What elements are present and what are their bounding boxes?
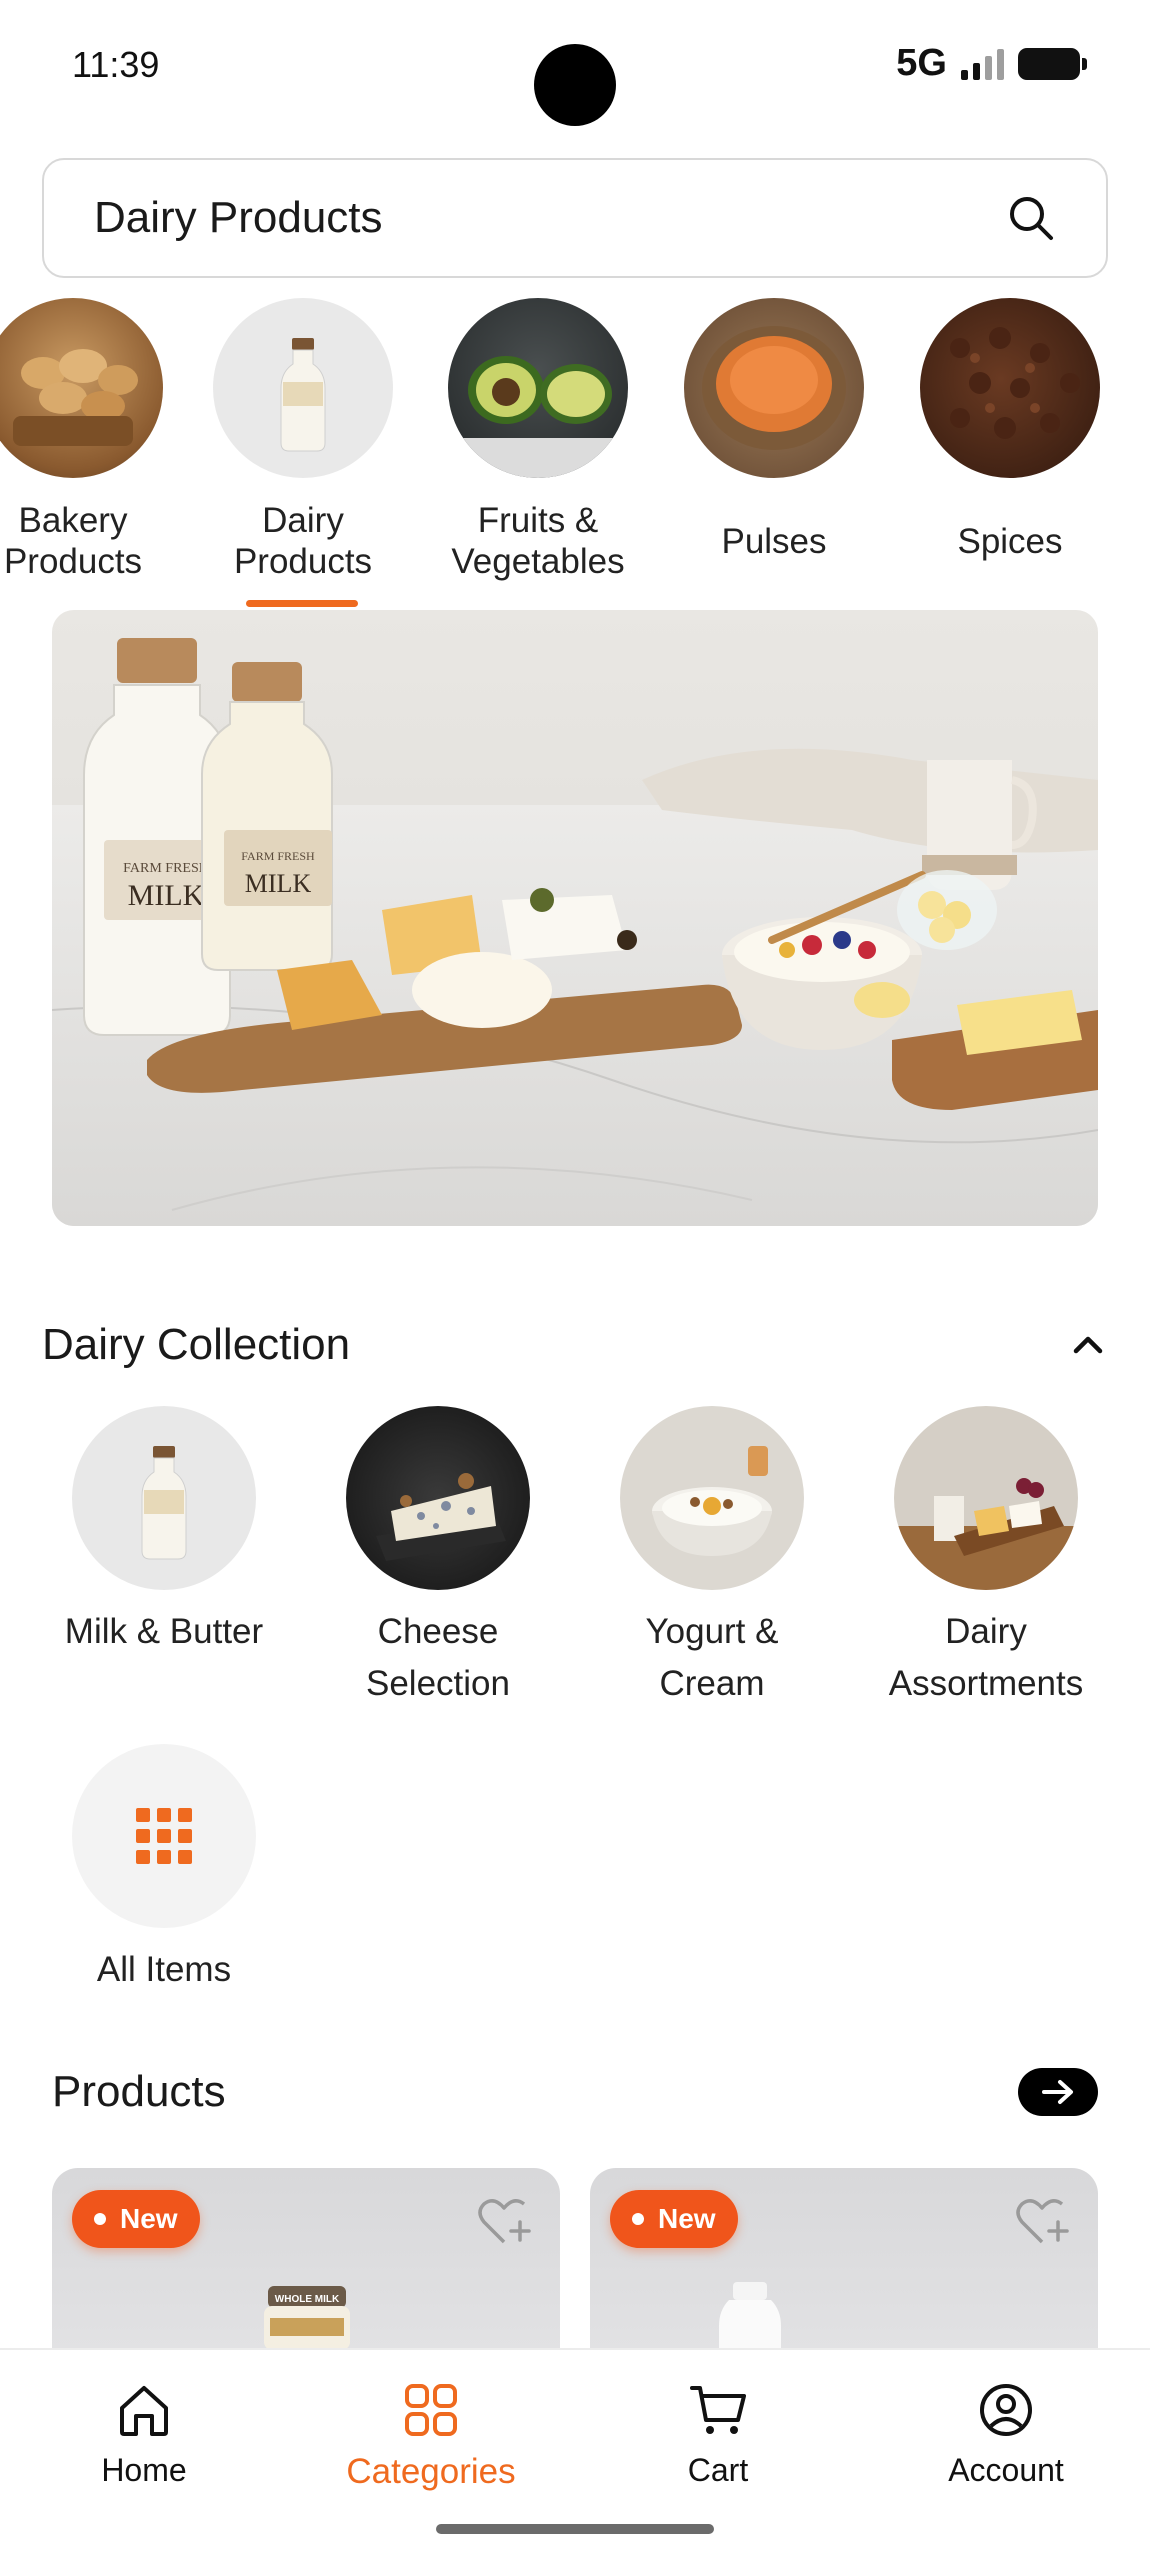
category-label: Spices [957, 521, 1063, 561]
category-label: Fruits & Vegetables [451, 501, 625, 581]
nav-label: Cart [687, 2452, 749, 2488]
signal-icon [961, 48, 1004, 80]
dairy-assortment-image [894, 1406, 1078, 1590]
category-bakery[interactable]: Bakery Products [0, 298, 191, 582]
bottle-label-milk: MILK [245, 869, 312, 898]
subcategory-cheese-selection[interactable]: Cheese Selection [300, 1406, 576, 1710]
category-strip[interactable]: Bakery Products Dairy Products Fruits & … [0, 298, 1150, 608]
subcategory-yogurt-cream[interactable]: Yogurt & Cream [574, 1406, 850, 1710]
subcategory-label: Milk & Butter [64, 1612, 264, 1651]
categories-icon [405, 2384, 457, 2436]
dairy-collection-header[interactable]: Dairy Collection [42, 1310, 1108, 1380]
cart-icon [690, 2386, 746, 2434]
network-type: 5G [896, 42, 947, 84]
products-header: Products [52, 2060, 1098, 2124]
nav-account[interactable]: Account [896, 2380, 1116, 2489]
search-value: Dairy Products [94, 193, 383, 242]
camera-cutout [534, 44, 616, 126]
cloves-image [920, 298, 1100, 478]
yogurt-bowl-image [620, 1406, 804, 1590]
search-input[interactable]: Dairy Products [42, 158, 1108, 278]
view-all-products-button[interactable] [1018, 2068, 1098, 2116]
milk-bottle-image [719, 2282, 781, 2350]
bottle-label-brand: FARM FRESH [123, 861, 209, 876]
subcategory-label: Dairy Assortments [888, 1612, 1084, 1703]
status-indicators: 5G [896, 42, 1087, 85]
subcategory-all-items[interactable]: All Items [26, 1744, 302, 1996]
selected-category-indicator [246, 600, 358, 607]
blue-cheese-image [346, 1406, 530, 1590]
category-dairy[interactable]: Dairy Products [185, 298, 421, 582]
subcategory-milk-butter[interactable]: Milk & Butter [26, 1406, 302, 1658]
milk-bottle-image [72, 1406, 256, 1590]
category-label: Dairy Products [233, 501, 373, 581]
products-title: Products [52, 2067, 226, 2116]
search-icon[interactable] [1006, 193, 1056, 243]
status-time: 11:39 [72, 44, 160, 85]
subcategory-label: Yogurt & Cream [645, 1612, 779, 1703]
arrow-right-icon [1042, 2080, 1073, 2104]
avocado-image [448, 298, 628, 478]
milk-jar-image: WHOLE MILK [264, 2286, 350, 2350]
new-badge: New [610, 2190, 738, 2248]
nav-home[interactable]: Home [34, 2380, 254, 2489]
grid-icon [136, 1808, 192, 1864]
nav-label: Account [948, 2452, 1064, 2488]
badge-dot [94, 2213, 106, 2225]
badge-dot [632, 2213, 644, 2225]
category-label: Bakery Products [3, 501, 143, 581]
home-icon [120, 2386, 168, 2436]
section-title: Dairy Collection [42, 1320, 351, 1369]
status-bar: 11:39 5G [0, 0, 1150, 130]
chevron-up-icon[interactable] [1068, 1325, 1108, 1365]
nav-cart[interactable]: Cart [608, 2380, 828, 2489]
new-badge: New [72, 2190, 200, 2248]
add-to-wishlist-icon[interactable] [476, 2196, 532, 2248]
hero-banner[interactable]: FARM FRESH MILK FARM FRESH MILK [52, 610, 1098, 1226]
lentils-bowl-image [684, 298, 864, 478]
category-spices[interactable]: Spices [892, 298, 1128, 582]
subcategory-dairy-assortments[interactable]: Dairy Assortments [848, 1406, 1124, 1710]
bread-basket-image [0, 298, 163, 478]
badge-label: New [120, 2203, 178, 2234]
subcategory-label: All Items [96, 1950, 232, 1989]
jar-label: WHOLE MILK [275, 2294, 340, 2305]
bottle-label-brand: FARM FRESH [241, 849, 315, 863]
battery-icon [1018, 47, 1087, 80]
nav-categories[interactable]: Categories [321, 2380, 541, 2492]
milk-bottle-image [213, 298, 393, 478]
account-icon [980, 2384, 1032, 2436]
category-pulses[interactable]: Pulses [656, 298, 892, 582]
all-items-circle [72, 1744, 256, 1928]
subcategory-label: Cheese Selection [366, 1612, 510, 1703]
home-indicator[interactable] [436, 2524, 714, 2534]
category-fruits-vegetables[interactable]: Fruits & Vegetables [420, 298, 656, 582]
add-to-wishlist-icon[interactable] [1014, 2196, 1070, 2248]
bottle-label-milk: MILK [128, 879, 205, 912]
badge-label: New [658, 2203, 716, 2234]
nav-label: Home [101, 2452, 187, 2488]
categories-screen: 11:39 5G Dairy Products Bakery Products … [0, 0, 1150, 2560]
nav-label: Categories [346, 2452, 516, 2491]
category-label: Pulses [721, 521, 827, 561]
